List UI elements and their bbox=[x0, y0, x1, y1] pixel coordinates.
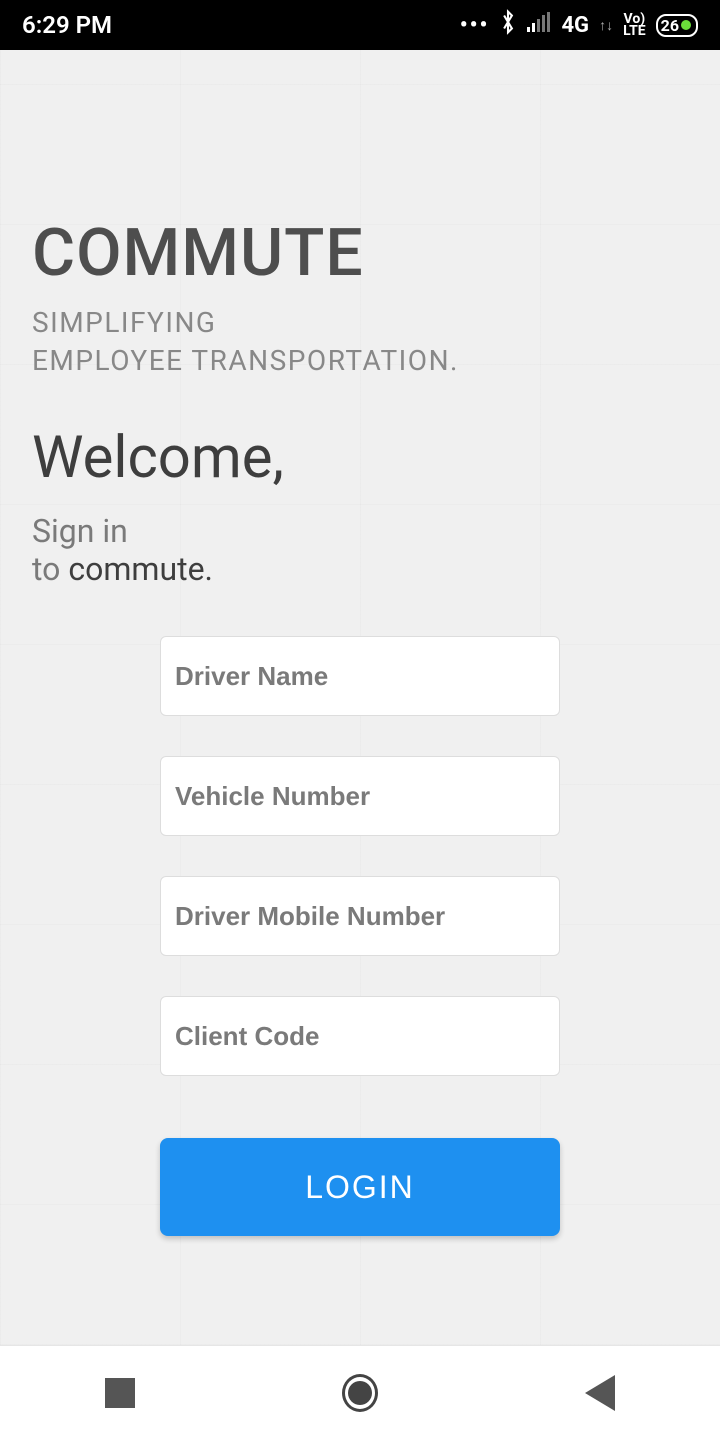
signin-text-line1: Sign in bbox=[32, 512, 688, 550]
login-button[interactable]: LOGIN bbox=[160, 1138, 560, 1236]
triangle-back-icon bbox=[585, 1375, 615, 1411]
bluetooth-icon bbox=[499, 9, 517, 41]
home-button[interactable] bbox=[342, 1375, 378, 1411]
driver-name-field[interactable] bbox=[160, 636, 560, 716]
android-nav-bar bbox=[0, 1345, 720, 1440]
status-bar: 6:29 PM ••• 4G ↑↓ Vo) LTE 26 bbox=[0, 0, 720, 50]
brand-subtitle-line1: SIMPLIFYING bbox=[32, 304, 688, 342]
square-icon bbox=[105, 1378, 135, 1408]
data-arrows-icon: ↑↓ bbox=[599, 17, 613, 34]
status-time: 6:29 PM bbox=[22, 11, 112, 39]
signin-app-name: commute. bbox=[68, 550, 213, 588]
recents-button[interactable] bbox=[102, 1375, 138, 1411]
volte-icon: Vo) LTE bbox=[623, 13, 646, 37]
vehicle-number-field[interactable] bbox=[160, 756, 560, 836]
circle-icon bbox=[342, 1374, 378, 1412]
signin-prefix: to bbox=[32, 550, 68, 588]
battery-indicator: 26 bbox=[656, 14, 698, 37]
login-screen: COMMUTE SIMPLIFYING EMPLOYEE TRANSPORTAT… bbox=[0, 50, 720, 1345]
status-right-cluster: ••• 4G ↑↓ Vo) LTE 26 bbox=[460, 9, 698, 41]
signin-text-line2: to commute. bbox=[32, 550, 688, 588]
back-button[interactable] bbox=[582, 1375, 618, 1411]
more-dots-icon: ••• bbox=[460, 13, 490, 38]
brand-block: COMMUTE SIMPLIFYING EMPLOYEE TRANSPORTAT… bbox=[32, 50, 688, 380]
brand-title: COMMUTE bbox=[32, 215, 688, 292]
welcome-title: Welcome, bbox=[32, 424, 688, 492]
driver-mobile-field[interactable] bbox=[160, 876, 560, 956]
brand-subtitle-line2: EMPLOYEE TRANSPORTATION. bbox=[32, 342, 688, 380]
client-code-field[interactable] bbox=[160, 996, 560, 1076]
welcome-block: Welcome, Sign in to commute. bbox=[32, 424, 688, 588]
network-label: 4G bbox=[561, 13, 589, 38]
signal-icon bbox=[527, 12, 551, 38]
login-form: LOGIN bbox=[32, 636, 688, 1236]
